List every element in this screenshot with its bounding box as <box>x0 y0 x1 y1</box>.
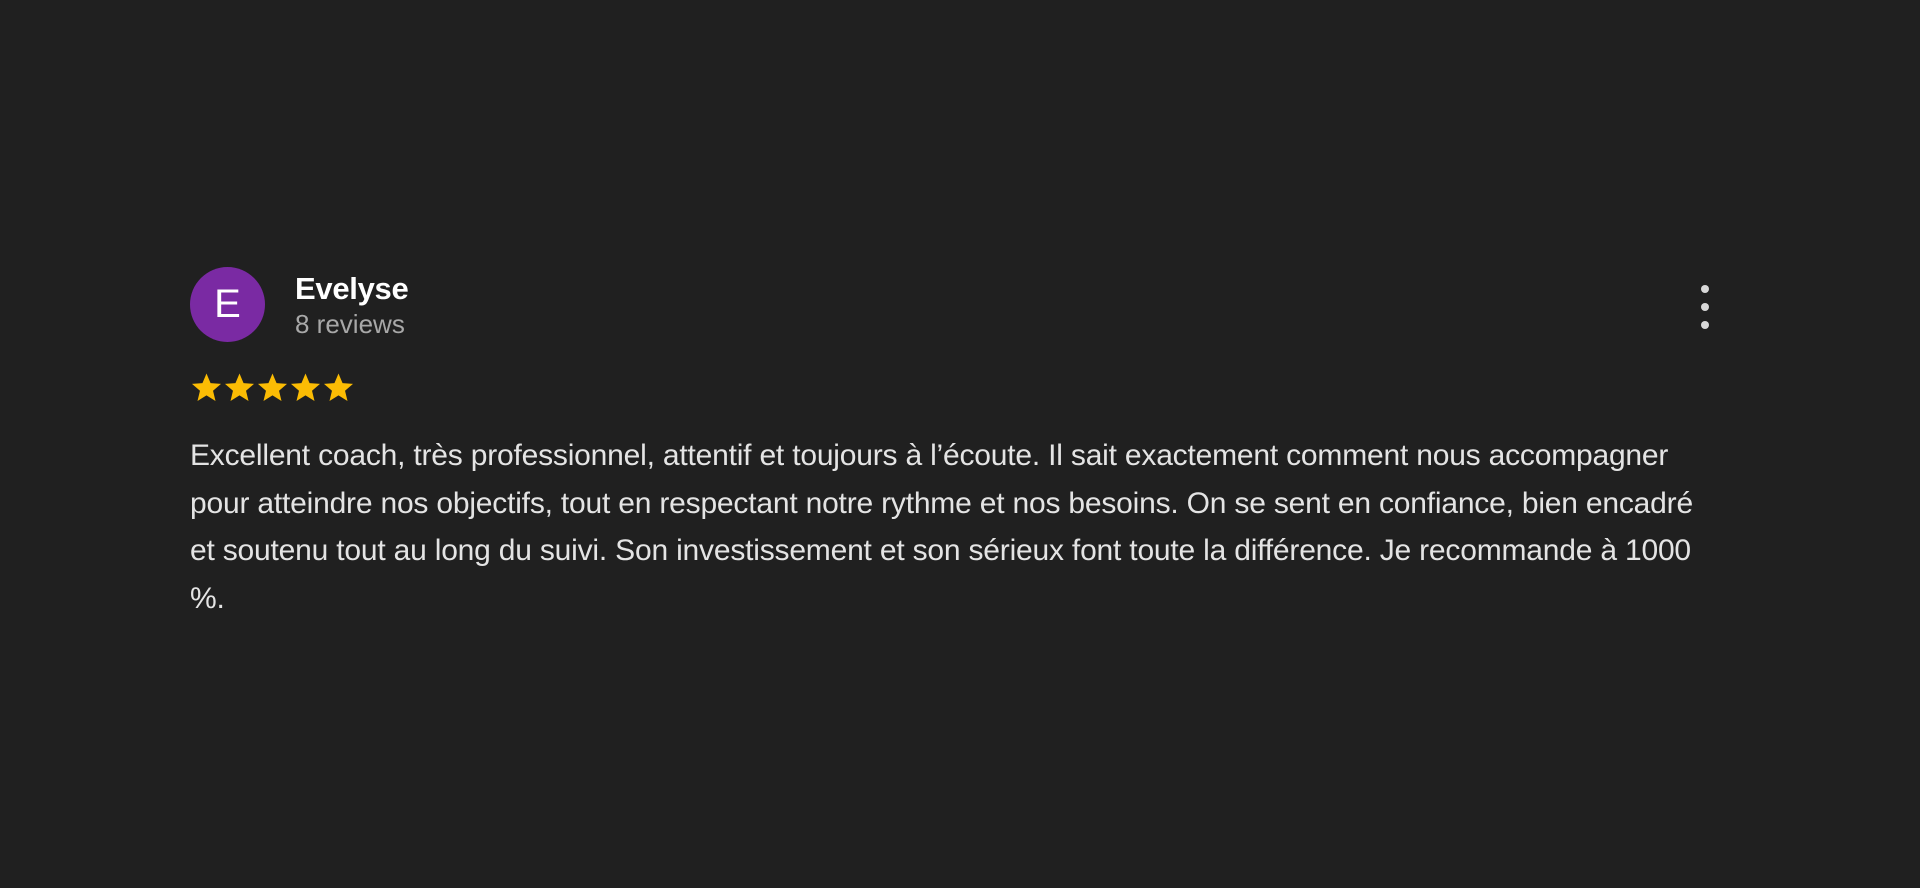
author-info: Evelyse 8 reviews <box>295 270 409 340</box>
star-rating <box>190 370 1720 404</box>
star-icon <box>191 372 222 401</box>
more-vert-icon-dot <box>1701 321 1709 329</box>
review-header: E Evelyse 8 reviews <box>190 267 1720 342</box>
author-name[interactable]: Evelyse <box>295 270 409 308</box>
star-icon <box>323 372 354 401</box>
star-icon <box>290 372 321 401</box>
avatar[interactable]: E <box>190 267 265 342</box>
more-options-button[interactable] <box>1690 285 1720 329</box>
star-icon <box>257 372 288 401</box>
star-icon <box>224 372 255 401</box>
review-count: 8 reviews <box>295 308 405 339</box>
review-card: E Evelyse 8 reviews Excellent coach, trè… <box>190 267 1720 622</box>
review-text: Excellent coach, très professionnel, att… <box>190 439 1693 615</box>
more-vert-icon <box>1701 285 1709 293</box>
more-vert-icon-dot <box>1701 303 1709 311</box>
